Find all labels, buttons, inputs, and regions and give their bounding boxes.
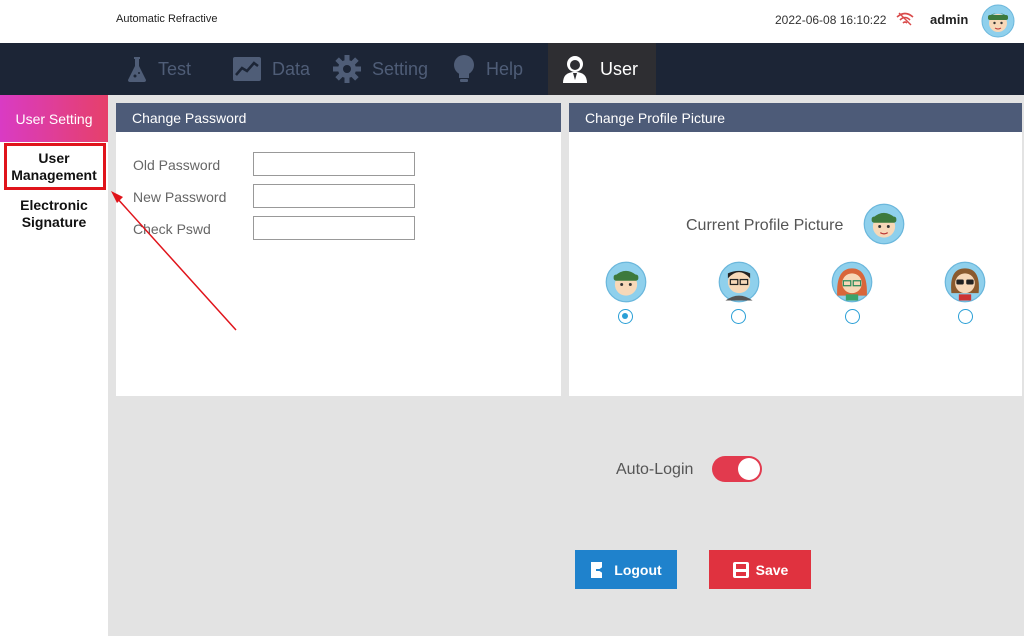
- avatar-radio-3[interactable]: [845, 309, 860, 324]
- flask-icon: [128, 57, 146, 82]
- datetime: 2022-06-08 16:10:22: [775, 13, 887, 27]
- field-label: Check Pswd: [133, 221, 211, 237]
- auto-login-toggle[interactable]: [712, 456, 762, 482]
- avatar-radio-2[interactable]: [731, 309, 746, 324]
- username: admin: [930, 12, 969, 27]
- chart-icon: [233, 57, 261, 81]
- avatar-option-4[interactable]: [944, 261, 986, 303]
- field-label: Old Password: [133, 157, 221, 173]
- wifi-icon: [896, 12, 914, 26]
- sidebar-item-electronic-signature[interactable]: Electronic Signature: [0, 197, 108, 231]
- check-password-input[interactable]: [253, 216, 415, 240]
- save-icon: [732, 561, 749, 578]
- nav-tab-label: Help: [486, 58, 524, 79]
- app-title: Automatic Refractive: [116, 13, 218, 25]
- avatar-radio-1[interactable]: [618, 309, 633, 324]
- sidebar-header[interactable]: User Setting: [0, 95, 108, 142]
- nav-tab-test[interactable]: Test: [126, 43, 191, 95]
- nav-tab-data[interactable]: Data: [232, 43, 310, 95]
- logout-button[interactable]: Logout: [575, 550, 677, 589]
- current-avatar: [863, 203, 905, 245]
- nav-tab-help[interactable]: Help: [452, 43, 523, 95]
- highlight-box: [4, 143, 106, 190]
- profile-picture-panel: Change Profile Picture Current Profile P…: [569, 103, 1022, 396]
- avatar-option-1[interactable]: [605, 261, 647, 303]
- avatar-option-3[interactable]: [831, 261, 873, 303]
- save-button[interactable]: Save: [709, 550, 811, 589]
- nav-tab-label: Test: [158, 58, 192, 79]
- nav-tab-label: Data: [272, 58, 311, 79]
- avatar[interactable]: [981, 4, 1015, 38]
- user-icon: [563, 56, 587, 83]
- toggle-knob: [738, 458, 760, 480]
- logout-label: Logout: [614, 561, 662, 578]
- bulb-icon: [454, 55, 474, 82]
- field-label: New Password: [133, 189, 227, 205]
- new-password-input[interactable]: [253, 184, 415, 208]
- gear-icon: [333, 55, 361, 83]
- logout-icon: [591, 561, 605, 578]
- panel-title: Change Password: [116, 103, 561, 132]
- avatar-option-2[interactable]: [718, 261, 760, 303]
- nav-tab-label: User: [600, 58, 639, 79]
- change-password-panel: Change Password Old Password New Passwor…: [116, 103, 561, 396]
- nav-tab-label: Setting: [372, 58, 429, 79]
- old-password-input[interactable]: [253, 152, 415, 176]
- nav-tab-setting[interactable]: Setting: [332, 43, 428, 95]
- nav-tab-user[interactable]: User: [548, 43, 656, 95]
- panel-title: Change Profile Picture: [569, 103, 1022, 132]
- current-picture-label: Current Profile Picture: [686, 217, 844, 234]
- avatar-radio-4[interactable]: [958, 309, 973, 324]
- save-label: Save: [755, 561, 789, 578]
- auto-login-label: Auto-Login: [616, 461, 694, 478]
